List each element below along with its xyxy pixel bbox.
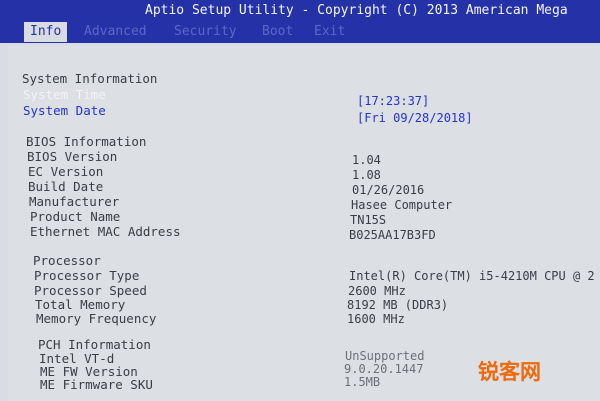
window-title: Aptio Setup Utility - Copyright (C) 2013…: [145, 3, 568, 18]
processor-type-label: Processor Type: [34, 268, 140, 283]
build-date-label: Build Date: [28, 179, 104, 194]
tab-security[interactable]: Security: [174, 22, 237, 42]
manufacturer-label: Manufacturer: [29, 194, 120, 209]
tab-info[interactable]: Info: [24, 22, 68, 42]
build-date-value: 01/26/2016: [352, 183, 425, 197]
system-time-label[interactable]: System Time: [23, 87, 106, 103]
bios-info-heading: BIOS Information: [26, 134, 147, 149]
tab-advanced[interactable]: Advanced: [84, 22, 147, 42]
ethernet-mac-value: B025AA17B3FD: [349, 228, 436, 242]
product-name-value: TN15S: [350, 213, 387, 227]
system-time-value[interactable]: [17:23:37]: [357, 93, 429, 109]
bios-version-label: BIOS Version: [27, 149, 118, 164]
me-firmware-sku-value: 1.5MB: [344, 375, 381, 389]
tab-bar: Info Advanced Security Boot Exit: [0, 21, 600, 43]
manufacturer-value: Hasee Computer: [351, 198, 453, 212]
ethernet-mac-label: Ethernet MAC Address: [30, 224, 181, 239]
tab-boot[interactable]: Boot: [262, 22, 293, 42]
product-name-label: Product Name: [30, 209, 121, 224]
system-date-label[interactable]: System Date: [23, 103, 106, 119]
processor-type-value: Intel(R) Core(TM) i5-4210M CPU @ 2: [349, 269, 595, 283]
me-firmware-sku-label: ME Firmware SKU: [40, 377, 153, 392]
ec-version-label: EC Version: [28, 164, 104, 179]
system-info-heading: System Information: [22, 71, 158, 86]
processor-heading: Processor: [33, 253, 101, 268]
watermark-text: 锐客网: [478, 360, 541, 384]
system-date-value[interactable]: [Fri 09/28/2018]: [357, 110, 473, 126]
memory-frequency-value: 1600 MHz: [347, 312, 405, 326]
ec-version-value: 1.08: [352, 168, 381, 182]
title-bar: Aptio Setup Utility - Copyright (C) 2013…: [0, 0, 600, 21]
memory-frequency-label: Memory Frequency: [36, 311, 157, 326]
bios-version-value: 1.04: [352, 153, 381, 167]
tab-exit[interactable]: Exit: [314, 22, 345, 42]
